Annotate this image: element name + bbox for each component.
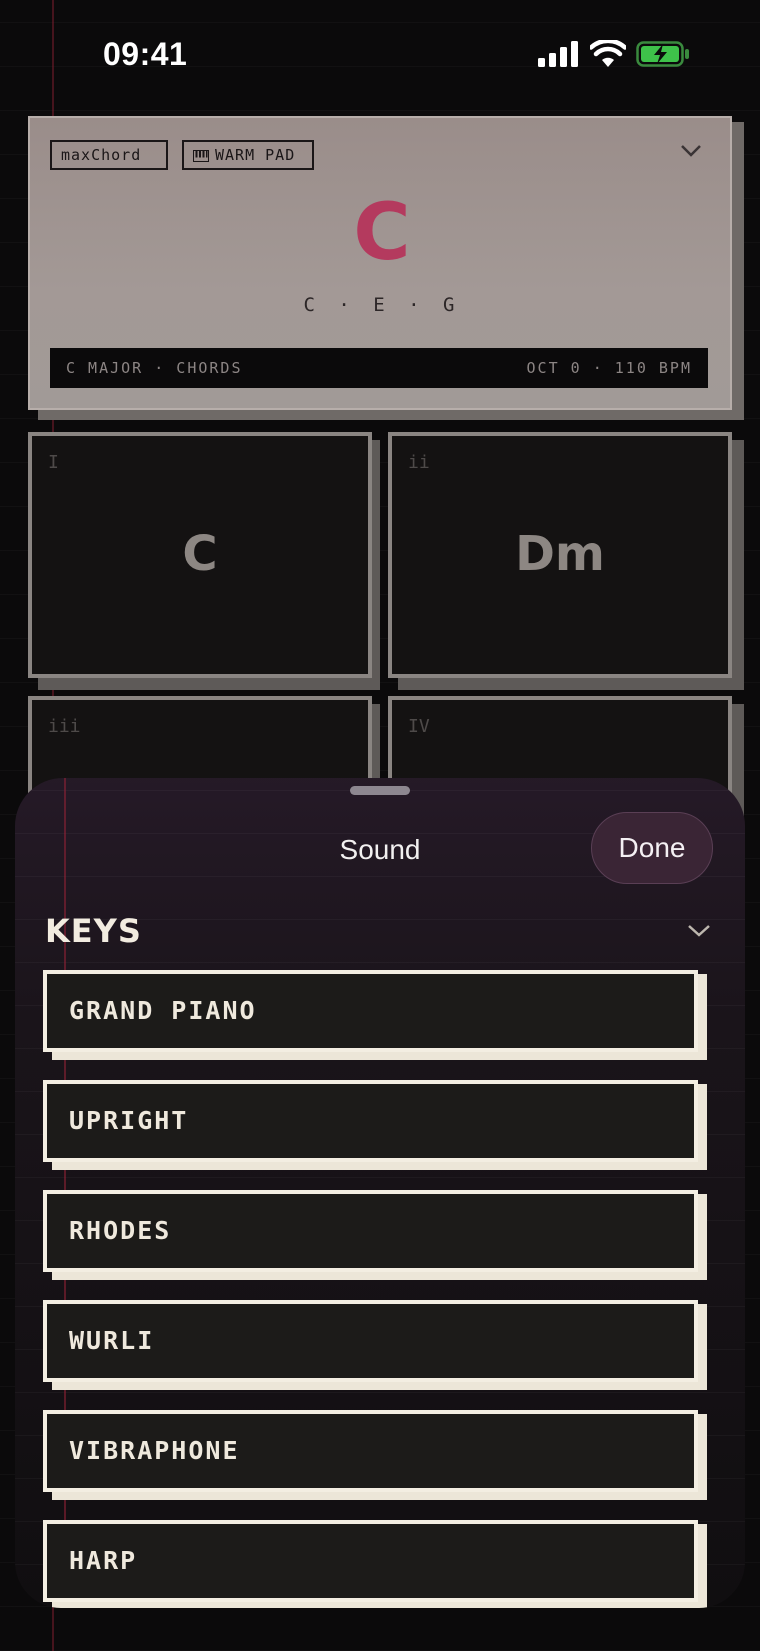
sheet-grabber[interactable]	[350, 786, 410, 795]
sound-item-label: WURLI	[69, 1326, 155, 1355]
pad-numeral: ii	[408, 452, 430, 473]
status-bar: 09:41	[0, 0, 760, 110]
pad-numeral: IV	[408, 716, 430, 737]
done-button[interactable]: Done	[591, 812, 713, 884]
pad-chord: C	[182, 526, 218, 582]
chord-pad[interactable]: I C	[28, 432, 372, 678]
pad-numeral: I	[48, 452, 59, 473]
chevron-down-icon[interactable]	[680, 144, 702, 158]
sound-item[interactable]: GRAND PIANO	[43, 970, 698, 1052]
sound-item[interactable]: VIBRAPHONE	[43, 1410, 698, 1492]
section-header-keys[interactable]: KEYS	[45, 912, 142, 950]
chord-pad[interactable]: ii Dm	[388, 432, 732, 678]
sound-picker-sheet: Sound Done KEYS GRAND PIANO UPRIGHT RHOD…	[15, 778, 745, 1608]
status-time: 09:41	[103, 36, 188, 72]
sound-item-label: VIBRAPHONE	[69, 1436, 240, 1465]
brand-tag: maxChord	[50, 140, 168, 170]
sound-item-label: HARP	[69, 1546, 138, 1575]
cellular-signal-icon	[538, 41, 578, 67]
sound-item[interactable]: RHODES	[43, 1190, 698, 1272]
wifi-icon	[590, 40, 626, 67]
sound-tag[interactable]: WARM PAD	[182, 140, 314, 170]
sound-tag-label: WARM PAD	[215, 146, 296, 164]
pad-numeral: iii	[48, 716, 81, 737]
sound-item[interactable]: HARP	[43, 1520, 698, 1602]
octave-tempo-label: OCT 0 · 110 BPM	[526, 359, 692, 377]
battery-charging-icon	[636, 41, 689, 67]
pad-chord: Dm	[515, 526, 605, 582]
sound-item[interactable]: WURLI	[43, 1300, 698, 1382]
sound-item-label: UPRIGHT	[69, 1106, 189, 1135]
current-chord-card[interactable]: maxChord WARM PAD C C · E · G C MAJOR · …	[28, 116, 732, 410]
current-chord-name: C	[353, 188, 411, 278]
sound-item[interactable]: UPRIGHT	[43, 1080, 698, 1162]
chevron-down-icon[interactable]	[687, 924, 711, 938]
info-bar: C MAJOR · CHORDS OCT 0 · 110 BPM	[50, 348, 708, 388]
keyboard-icon	[193, 149, 209, 162]
key-mode-label: C MAJOR · CHORDS	[66, 359, 243, 377]
sound-item-label: GRAND PIANO	[69, 996, 257, 1025]
sound-item-label: RHODES	[69, 1216, 172, 1245]
chord-notes: C · E · G	[303, 294, 461, 316]
